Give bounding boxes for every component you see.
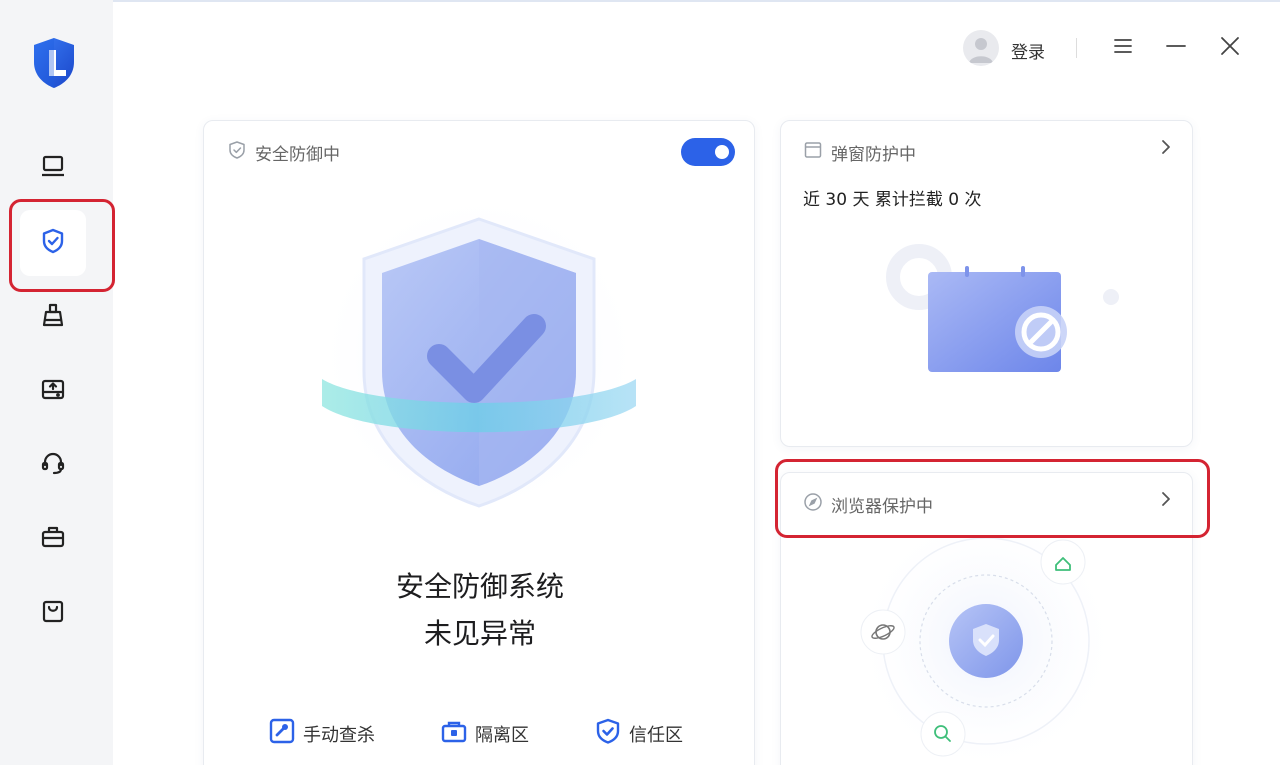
chevron-right-icon[interactable]: [1157, 490, 1175, 508]
sidebar-item-protection[interactable]: [20, 210, 86, 276]
headset-icon: [39, 449, 67, 481]
popup-title-text: 弹窗防护中: [831, 145, 916, 165]
window-top-border: [0, 0, 1280, 2]
browser-protection-card[interactable]: 浏览器保护中: [780, 472, 1193, 765]
toggle-knob: [715, 145, 729, 159]
defense-card-title: 安全防御中: [227, 140, 340, 165]
browser-orbit-illustration-icon: [851, 506, 1121, 765]
popup-protection-card[interactable]: 弹窗防护中 近 30 天 累计拦截 0 次: [780, 120, 1193, 447]
shield-outline-icon: [227, 140, 247, 165]
status-line-1: 安全防御系统: [395, 570, 564, 603]
sidebar-item-upload[interactable]: [20, 358, 86, 424]
menu-button[interactable]: [1109, 34, 1137, 62]
laptop-icon: [39, 152, 67, 184]
minimize-icon: [1164, 34, 1188, 62]
quarantine-icon: [441, 718, 467, 749]
quarantine-button[interactable]: 隔离区: [441, 718, 529, 749]
sidebar-item-toolbox[interactable]: [20, 506, 86, 572]
header-divider: [1076, 38, 1077, 58]
chevron-right-icon[interactable]: [1157, 138, 1175, 156]
manual-scan-icon: [269, 718, 295, 749]
window-icon: [803, 140, 823, 165]
drive-upload-icon: [39, 375, 67, 407]
trust-zone-icon: [595, 718, 621, 749]
sidebar: [0, 0, 113, 765]
shield-illustration-icon: [314, 201, 644, 561]
status-line-2: 未见异常: [423, 617, 536, 650]
popup-card-title: 弹窗防护中: [803, 140, 916, 165]
manual-scan-label: 手动查杀: [303, 724, 375, 746]
close-button[interactable]: [1216, 34, 1244, 62]
trust-zone-button[interactable]: 信任区: [595, 718, 683, 749]
compass-icon: [803, 492, 823, 517]
broom-icon: [39, 301, 67, 333]
trust-zone-label: 信任区: [629, 724, 683, 746]
popup-block-stat: 近 30 天 累计拦截 0 次: [803, 190, 982, 210]
avatar[interactable]: [963, 30, 999, 66]
sidebar-item-support[interactable]: [20, 432, 86, 498]
shield-check-icon: [39, 227, 67, 259]
shopping-bag-icon: [39, 597, 67, 629]
app-logo-icon: [30, 36, 78, 90]
sidebar-item-store[interactable]: [20, 580, 86, 646]
manual-scan-button[interactable]: 手动查杀: [269, 718, 375, 749]
popup-block-illustration-icon: [881, 239, 1121, 389]
login-link[interactable]: 登录: [1011, 38, 1045, 63]
defense-toggle[interactable]: [681, 138, 735, 166]
quarantine-label: 隔离区: [475, 724, 529, 746]
toolbox-icon: [39, 523, 67, 555]
defense-card: 安全防御中 安全防御系统 未见异常 手动查杀 隔离区 信任区: [203, 120, 755, 765]
sidebar-item-cleanup[interactable]: [20, 284, 86, 350]
hamburger-icon: [1111, 34, 1135, 62]
defense-actions: 手动查杀 隔离区 信任区: [204, 718, 756, 758]
browser-card-title: 浏览器保护中: [803, 492, 933, 517]
defense-title-text: 安全防御中: [255, 145, 340, 165]
minimize-button[interactable]: [1162, 34, 1190, 62]
close-icon: [1218, 34, 1242, 62]
sidebar-item-device[interactable]: [20, 135, 86, 201]
browser-title-text: 浏览器保护中: [831, 497, 933, 517]
